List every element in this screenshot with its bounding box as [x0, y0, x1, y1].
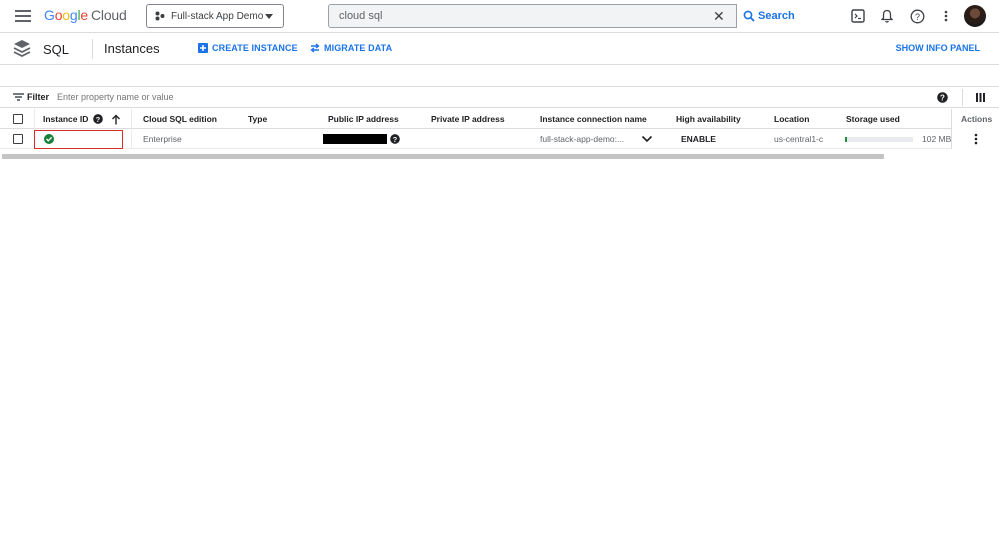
main-menu-icon[interactable] [14, 8, 32, 24]
search-icon [743, 10, 755, 22]
logo-google-text: Google [44, 7, 88, 23]
product-header: SQL Instances CREATE INSTANCE MIGRATE DA… [0, 33, 999, 65]
sort-ascending-icon[interactable] [111, 114, 121, 125]
column-header-location[interactable]: Location [774, 109, 809, 129]
horizontal-scrollbar[interactable] [2, 154, 884, 159]
add-box-icon [198, 43, 208, 53]
column-header-public-ip[interactable]: Public IP address [328, 109, 399, 129]
account-avatar[interactable] [964, 5, 986, 27]
logo-cloud-text: Cloud [91, 7, 127, 23]
google-cloud-logo[interactable]: Google Cloud [44, 7, 127, 23]
show-info-panel-button[interactable]: SHOW INFO PANEL [896, 43, 980, 53]
column-header-actions: Actions [961, 114, 993, 124]
highlight-box [34, 130, 123, 149]
table-help-icon[interactable]: ? [936, 91, 948, 103]
connection-name-cell: full-stack-app-demo:... [540, 134, 625, 144]
enable-high-availability-button[interactable]: ENABLE [681, 129, 716, 149]
migrate-data-label: MIGRATE DATA [324, 43, 393, 53]
location-cell: us-central1-c [774, 134, 824, 144]
search-button[interactable]: Search [736, 4, 800, 28]
clear-search-icon[interactable]: ✕ [713, 9, 727, 23]
help-icon[interactable]: ? [909, 8, 925, 24]
redacted-ip-block [323, 134, 387, 144]
cloud-shell-icon[interactable] [851, 9, 865, 23]
table-header-row: Instance ID ? Cloud SQL edition Type Pub… [0, 109, 999, 129]
row-checkbox[interactable] [13, 129, 23, 149]
row-actions-menu-icon[interactable] [973, 132, 979, 146]
filter-divider [962, 89, 963, 106]
swap-arrows-icon [310, 43, 320, 53]
column-header-edition[interactable]: Cloud SQL edition [143, 109, 217, 129]
actions-column: Actions [951, 109, 999, 149]
column-header-high-availability[interactable]: High availability [676, 109, 741, 129]
migrate-data-button[interactable]: MIGRATE DATA [310, 43, 392, 53]
svg-text:?: ? [940, 93, 945, 102]
filter-label: Filter [27, 92, 50, 102]
page-title: Instances [104, 41, 160, 56]
svg-text:?: ? [393, 135, 398, 144]
create-instance-button[interactable]: CREATE INSTANCE [198, 43, 298, 53]
chevron-down-icon [641, 135, 653, 143]
more-options-icon[interactable] [941, 9, 951, 23]
instance-id-header-label: Instance ID [43, 114, 89, 124]
search-input[interactable] [339, 8, 699, 24]
chevron-down-icon [265, 14, 273, 19]
project-name: Full-stack App Demo [171, 10, 264, 22]
product-name: SQL [43, 42, 70, 57]
select-all-checkbox[interactable] [13, 109, 23, 129]
svg-text:?: ? [96, 115, 101, 124]
column-header-connection-name[interactable]: Instance connection name [540, 109, 647, 129]
notifications-bell-icon[interactable] [880, 8, 894, 24]
storage-used-cell: 102 MB [845, 129, 951, 149]
search-button-label: Search [758, 10, 795, 22]
table-row[interactable]: Enterprise ? full-stack-app-demo:... ENA… [0, 129, 999, 149]
column-display-icon[interactable] [975, 92, 985, 102]
help-icon[interactable]: ? [390, 134, 400, 144]
header-divider [92, 39, 93, 59]
help-icon[interactable]: ? [93, 114, 104, 124]
storage-usage-bar [845, 136, 913, 142]
expand-connection-button[interactable] [641, 129, 653, 149]
project-icon [155, 11, 165, 21]
filter-input[interactable] [57, 90, 357, 104]
search-box: ✕ Search [328, 4, 800, 28]
column-header-private-ip[interactable]: Private IP address [431, 109, 505, 129]
storage-usage-fill [845, 136, 848, 142]
column-header-type[interactable]: Type [248, 109, 267, 129]
project-picker[interactable]: Full-stack App Demo [146, 4, 284, 28]
sql-product-icon [13, 39, 31, 59]
storage-used-value: 102 MB [922, 134, 952, 144]
svg-text:?: ? [914, 12, 919, 22]
column-header-instance-id[interactable]: Instance ID ? [43, 109, 123, 129]
top-bar: GoogleCloud Full-stack App Demo ✕ Search… [0, 0, 999, 33]
filter-bar: Filter ? [0, 86, 999, 108]
column-header-storage-used[interactable]: Storage used [846, 109, 900, 129]
create-instance-label: CREATE INSTANCE [212, 43, 298, 53]
edition-cell: Enterprise [143, 134, 182, 144]
public-ip-cell: ? [323, 129, 400, 149]
filter-icon[interactable] [13, 92, 24, 102]
